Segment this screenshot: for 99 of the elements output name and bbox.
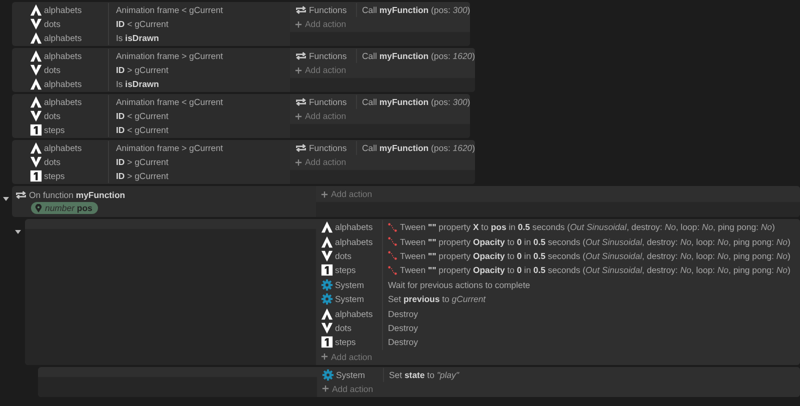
loop-icon bbox=[295, 96, 307, 108]
action-text: Destroy bbox=[388, 322, 418, 333]
object-name: alphabets bbox=[44, 51, 82, 61]
add-action-button[interactable]: Add action bbox=[295, 63, 346, 78]
condition-text: Animation frame > gCurrent bbox=[115, 51, 223, 61]
chevron-icon bbox=[30, 64, 42, 76]
action-text: Wait for previous actions to complete bbox=[388, 280, 530, 290]
loop-icon bbox=[295, 4, 307, 16]
add-action-button[interactable]: Add action bbox=[322, 382, 374, 396]
plus-icon bbox=[321, 353, 328, 360]
loop-icon bbox=[15, 188, 27, 200]
condition-text: ID < gCurrent bbox=[115, 111, 168, 121]
object-name: alphabets bbox=[335, 236, 373, 247]
action-text: Call myFunction (pos: 1620) bbox=[362, 143, 476, 154]
object-name: dots bbox=[335, 322, 352, 333]
chevron-icon bbox=[30, 156, 42, 168]
action-text: Call myFunction (pos: 1620) bbox=[362, 51, 476, 62]
triangle-icon bbox=[30, 50, 42, 62]
triangle-icon bbox=[30, 78, 42, 90]
action-text: Call myFunction (pos: 300) bbox=[362, 97, 470, 108]
loop-icon bbox=[295, 142, 307, 154]
object-name: alphabets bbox=[44, 5, 82, 15]
object-name: dots bbox=[44, 65, 60, 75]
plus-icon bbox=[321, 190, 328, 198]
object-name: Functions bbox=[309, 97, 347, 108]
action-text: Tween "" property Opacity to 0 in 0.5 seconds (Out Sinusoidal, destroy: No, loop: No, ping pong: No) bbox=[400, 250, 790, 261]
tween-icon bbox=[388, 266, 397, 275]
object-name: dots bbox=[44, 19, 60, 29]
plus-icon bbox=[322, 385, 329, 392]
condition-text: ID > gCurrent bbox=[115, 65, 168, 75]
action-text: Tween "" property X to pos in 0.5 seconds (Out Sinusoidal, destroy: No, loop: No, ping pong: No) bbox=[400, 222, 775, 232]
condition-text: ID > gCurrent bbox=[115, 157, 168, 167]
function-title: On function myFunction bbox=[29, 190, 126, 200]
parameter-pill[interactable]: number pos bbox=[31, 202, 98, 214]
chevron-icon bbox=[30, 110, 42, 122]
plus-icon bbox=[295, 112, 302, 120]
action-text: Tween "" property Opacity to 0 in 0.5 seconds (Out Sinusoidal, destroy: No, loop: No, ping pong: No) bbox=[400, 265, 790, 276]
condition-text: Animation frame > gCurrent bbox=[115, 143, 223, 153]
action-text: Call myFunction (pos: 300) bbox=[362, 5, 470, 16]
plus-icon bbox=[295, 66, 302, 74]
object-name: steps bbox=[335, 265, 356, 276]
collapse-arrow-icon[interactable] bbox=[2, 195, 10, 203]
object-name: alphabets bbox=[44, 33, 82, 43]
add-action-button[interactable]: Add action bbox=[321, 350, 372, 364]
object-name: alphabets bbox=[44, 79, 82, 89]
object-name: System bbox=[335, 280, 364, 290]
object-name: Functions bbox=[309, 143, 347, 154]
object-name: alphabets bbox=[335, 308, 373, 319]
object-name: Functions bbox=[309, 5, 347, 16]
condition-text: ID < gCurrent bbox=[115, 125, 168, 135]
triangle-icon bbox=[30, 32, 42, 44]
pin-icon bbox=[35, 204, 42, 212]
plus-icon bbox=[295, 20, 302, 28]
gear-icon bbox=[321, 293, 333, 306]
add-action-button[interactable]: Add action bbox=[295, 155, 346, 170]
action-text: Destroy bbox=[388, 337, 418, 348]
loop-icon bbox=[295, 50, 307, 62]
condition-text: Animation frame < gCurrent bbox=[115, 5, 223, 15]
triangle-icon bbox=[321, 308, 333, 320]
chevron-icon bbox=[321, 250, 333, 262]
add-action-button[interactable]: Add action bbox=[321, 187, 372, 201]
action-text: Destroy bbox=[388, 308, 418, 319]
action-text: Set state to "play" bbox=[389, 370, 459, 380]
action-text: Tween "" property Opacity to 0 in 0.5 seconds (Out Sinusoidal, destroy: No, loop: No, ping pong: No) bbox=[400, 236, 790, 247]
chevron-icon bbox=[30, 18, 42, 30]
triangle-icon bbox=[30, 142, 42, 154]
object-name: Functions bbox=[309, 51, 347, 62]
add-action-button[interactable]: Add action bbox=[295, 109, 346, 124]
tween-icon bbox=[388, 251, 397, 260]
action-text: Set previous to gCurrent bbox=[388, 294, 486, 304]
object-name: alphabets bbox=[44, 143, 82, 153]
condition-text: ID < gCurrent bbox=[115, 19, 168, 29]
triangle-icon bbox=[321, 221, 333, 234]
gear-icon bbox=[321, 278, 333, 291]
tween-icon bbox=[388, 222, 397, 232]
object-name: dots bbox=[44, 157, 60, 167]
triangle-icon bbox=[30, 4, 42, 16]
triangle-icon bbox=[321, 236, 333, 248]
tween-icon bbox=[388, 237, 397, 246]
condition-text: ID > gCurrent bbox=[115, 171, 168, 181]
chevron-icon bbox=[321, 322, 333, 334]
tile-icon bbox=[321, 264, 333, 276]
collapse-arrow-icon[interactable] bbox=[14, 228, 22, 236]
object-name: steps bbox=[335, 337, 356, 348]
object-name: System bbox=[336, 370, 365, 380]
condition-text: Animation frame < gCurrent bbox=[115, 97, 223, 107]
object-name: steps bbox=[44, 125, 65, 135]
object-name: alphabets bbox=[335, 222, 373, 232]
triangle-icon bbox=[30, 96, 42, 108]
object-name: dots bbox=[335, 250, 352, 261]
condition-text: Is isDrawn bbox=[115, 79, 159, 89]
object-name: steps bbox=[44, 171, 65, 181]
condition-text: Is isDrawn bbox=[115, 33, 159, 43]
object-name: dots bbox=[44, 111, 60, 121]
tile-icon bbox=[321, 336, 333, 348]
plus-icon bbox=[295, 158, 302, 166]
add-action-button[interactable]: Add action bbox=[295, 17, 346, 32]
object-name: System bbox=[335, 294, 364, 304]
object-name: alphabets bbox=[44, 97, 82, 107]
